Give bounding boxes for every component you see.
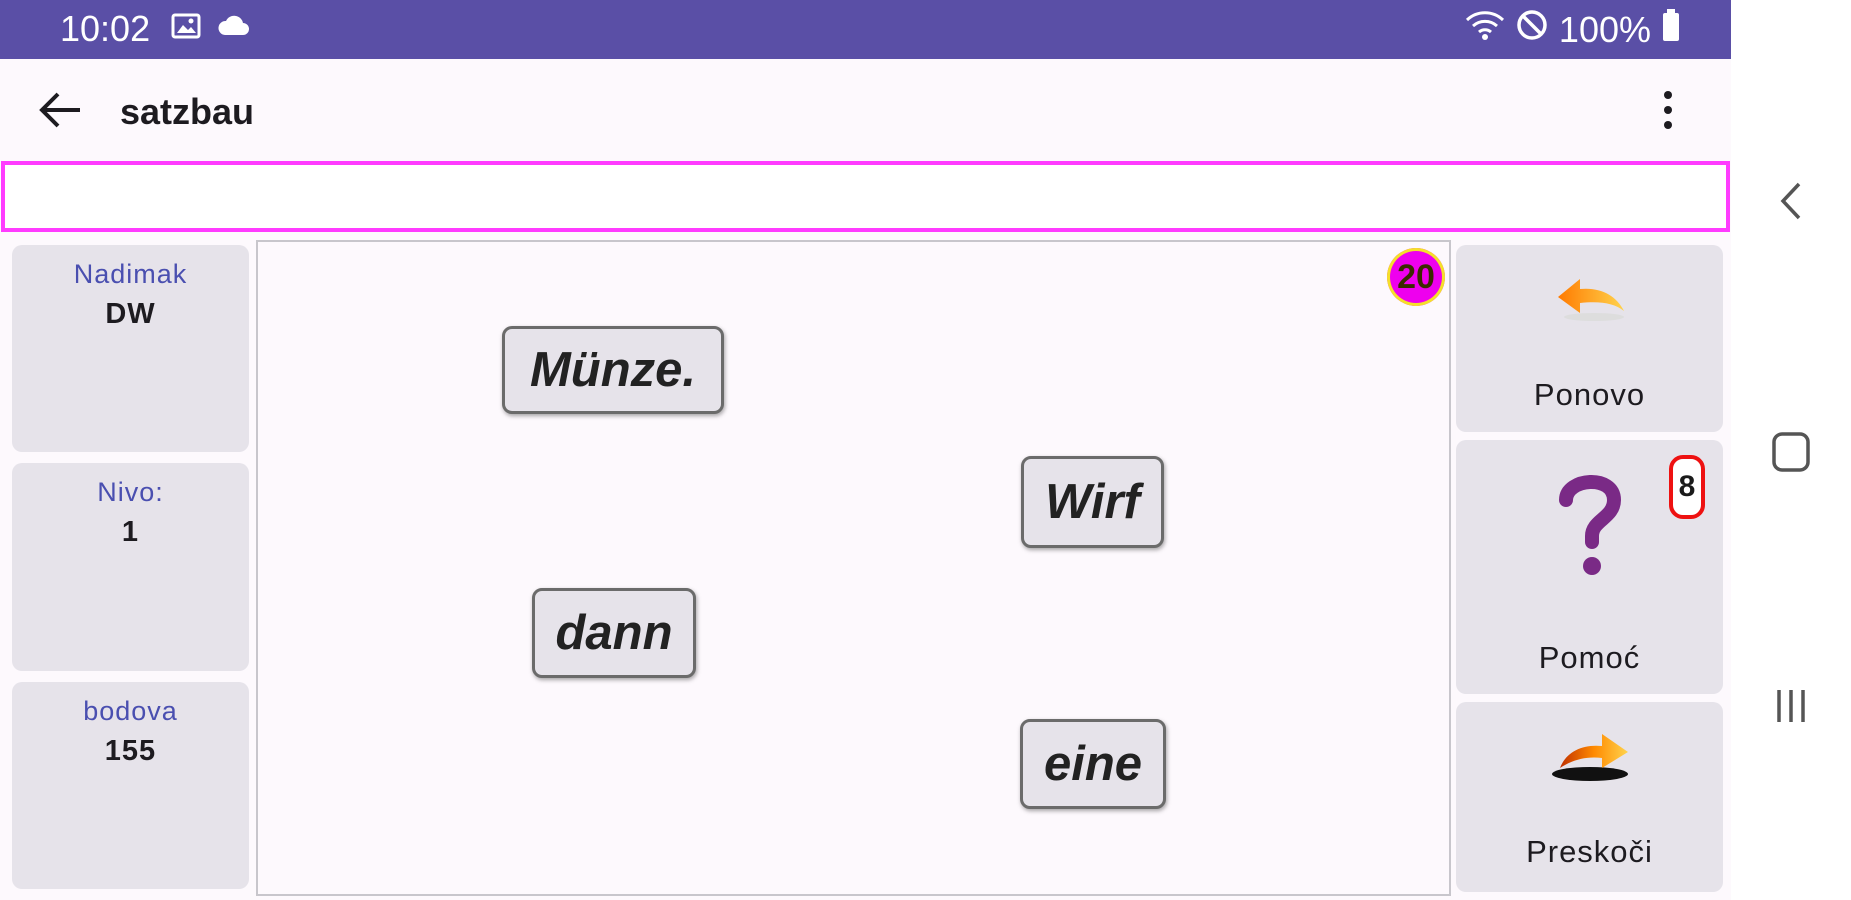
skip-arrow-icon	[1552, 734, 1628, 781]
help-count-badge: 8	[1669, 455, 1705, 519]
status-bar: 10:02 100%	[0, 0, 1731, 59]
word-tile[interactable]: Wirf	[1021, 456, 1164, 548]
image-icon	[170, 10, 202, 47]
nickname-value: DW	[105, 298, 156, 330]
wifi-icon	[1465, 8, 1505, 51]
do-not-disturb-icon	[1515, 8, 1549, 51]
skip-button[interactable]: Preskoči	[1456, 702, 1723, 892]
nav-recents-button[interactable]	[1771, 684, 1811, 728]
level-value: 1	[121, 516, 140, 548]
top-app-bar: satzbau	[0, 59, 1731, 161]
points-card: bodova 155	[12, 682, 249, 889]
word-tile[interactable]: eine	[1020, 719, 1166, 809]
level-label: Nivo:	[97, 477, 164, 507]
more-vertical-icon	[1664, 91, 1672, 129]
nav-home-button[interactable]	[1771, 430, 1811, 474]
level-card: Nivo: 1	[12, 463, 249, 671]
app-window: 10:02 100% satzbau Nadimak DW Nivo: 1 bo…	[0, 0, 1731, 900]
page-title: satzbau	[120, 91, 255, 132]
points-value: 155	[104, 735, 157, 767]
back-button[interactable]	[36, 85, 86, 135]
help-label: Pomoć	[1538, 640, 1641, 675]
cloud-icon	[216, 10, 252, 47]
points-label: bodova	[83, 696, 178, 726]
chevron-left-icon	[1780, 182, 1801, 220]
repeat-label: Ponovo	[1533, 377, 1646, 412]
sentence-answer-bar[interactable]	[1, 161, 1730, 232]
status-time: 10:02	[60, 8, 151, 49]
nav-back-button[interactable]	[1775, 176, 1807, 226]
system-navigation-bar	[1731, 0, 1851, 900]
nickname-label: Nadimak	[73, 259, 188, 289]
word-board	[256, 240, 1451, 896]
remaining-counter-badge: 20	[1387, 248, 1445, 306]
word-tile[interactable]: dann	[532, 588, 696, 678]
question-mark-icon	[1559, 475, 1622, 575]
battery-percent: 100%	[1558, 8, 1651, 50]
battery-icon	[1661, 8, 1681, 51]
arrow-back-icon	[39, 92, 80, 128]
undo-arrow-icon	[1558, 279, 1624, 321]
nickname-card: Nadimak DW	[12, 245, 249, 452]
recents-icon	[1777, 690, 1805, 722]
home-square-icon	[1772, 432, 1810, 472]
skip-label: Preskoči	[1526, 834, 1653, 869]
word-tile[interactable]: Münze.	[502, 326, 724, 414]
repeat-button[interactable]: Ponovo	[1456, 245, 1723, 432]
overflow-menu-button[interactable]	[1653, 85, 1683, 135]
